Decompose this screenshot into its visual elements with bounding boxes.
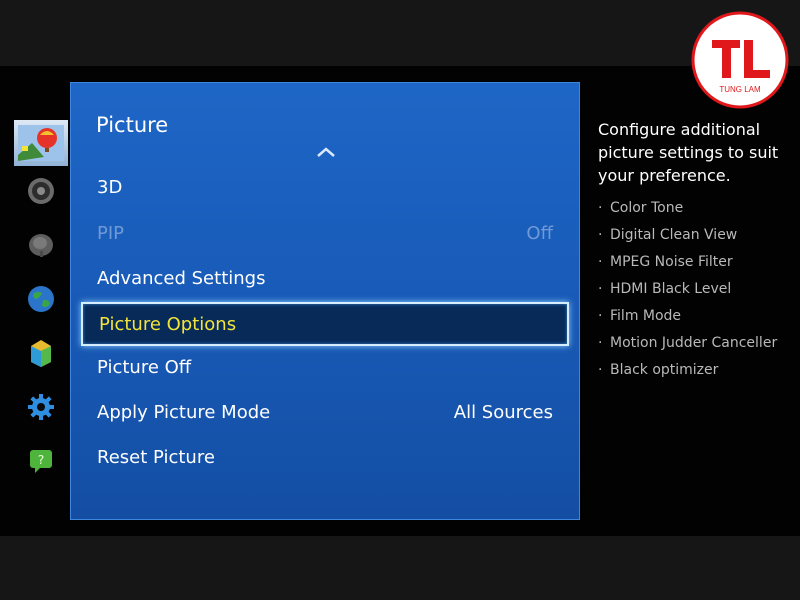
top-letterbox <box>0 0 800 66</box>
menu-item-label: PIP <box>97 223 125 244</box>
bottom-letterbox <box>0 536 800 600</box>
help-list-item: Film Mode <box>598 303 794 330</box>
svg-text:?: ? <box>38 453 44 467</box>
menu-item-picture-options[interactable]: Picture Options <box>81 302 569 346</box>
menu-item-3d[interactable]: 3D <box>81 167 569 211</box>
broadcast-dish-icon[interactable] <box>26 230 56 260</box>
tv-screen: ? Picture 3D PIP Off Advanced Settings P… <box>0 0 800 600</box>
menu-item-picture-off[interactable]: Picture Off <box>81 347 569 391</box>
help-description: Configure additional picture settings to… <box>598 120 779 185</box>
menu-item-value: All Sources <box>453 402 553 423</box>
globe-icon[interactable] <box>26 284 56 314</box>
help-list-item: Black optimizer <box>598 357 794 384</box>
menu-item-label: Reset Picture <box>97 447 215 468</box>
menu-item-value: Off <box>526 223 553 244</box>
menu-item-label: 3D <box>97 177 123 198</box>
help-panel: Configure additional picture settings to… <box>598 118 794 384</box>
scroll-up-icon[interactable] <box>314 143 338 161</box>
smart-hub-icon[interactable] <box>26 338 56 368</box>
menu-item-label: Apply Picture Mode <box>97 402 271 423</box>
menu-item-label: Advanced Settings <box>97 268 266 289</box>
tung-lam-logo: TUNG LAM <box>690 10 790 110</box>
help-list-item: MPEG Noise Filter <box>598 249 794 276</box>
help-list-item: Color Tone <box>598 195 794 222</box>
help-list-item: Digital Clean View <box>598 222 794 249</box>
menu-item-reset-picture[interactable]: Reset Picture <box>81 437 569 481</box>
menu-item-apply-picture-mode[interactable]: Apply Picture Mode All Sources <box>81 392 569 436</box>
help-list-item: HDMI Black Level <box>598 276 794 303</box>
support-icon[interactable]: ? <box>26 446 56 476</box>
category-sidebar: ? <box>0 110 70 490</box>
help-list-item: Motion Judder Canceller <box>598 330 794 357</box>
picture-icon[interactable] <box>14 120 68 166</box>
menu-title: Picture <box>96 113 169 137</box>
menu-item-label: Picture Options <box>99 314 237 335</box>
svg-text:TUNG LAM: TUNG LAM <box>719 85 761 94</box>
speaker-icon[interactable] <box>26 176 56 206</box>
picture-menu-panel: Picture 3D PIP Off Advanced Settings Pic… <box>70 82 580 520</box>
menu-item-advanced-settings[interactable]: Advanced Settings <box>81 258 569 302</box>
menu-item-label: Picture Off <box>97 357 192 378</box>
gear-icon[interactable] <box>26 392 56 422</box>
help-list: Color Tone Digital Clean View MPEG Noise… <box>598 195 794 384</box>
menu-item-pip: PIP Off <box>81 213 569 257</box>
